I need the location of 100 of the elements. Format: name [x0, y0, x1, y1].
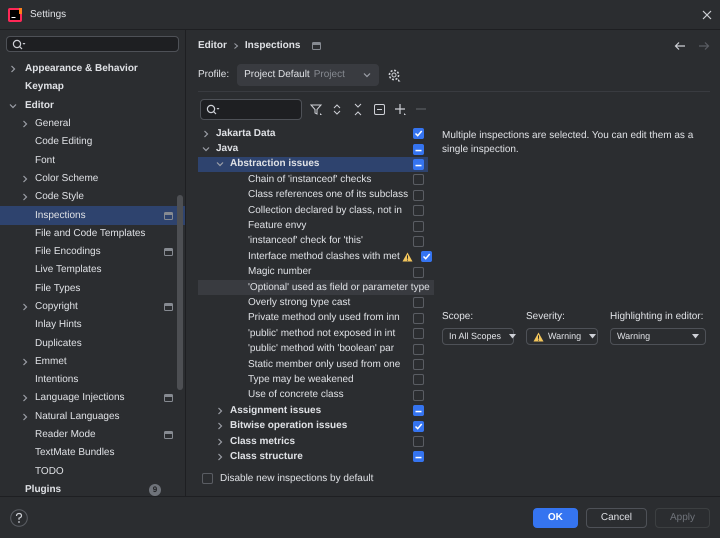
- sidebar-item[interactable]: Natural Languages: [0, 408, 185, 426]
- tree-row[interactable]: Chain of 'instanceof' checks: [198, 172, 428, 188]
- chevron-right-icon[interactable]: [8, 64, 18, 74]
- tree-row[interactable]: Static member only used from one: [198, 356, 428, 372]
- project-scope-icon: [312, 42, 322, 50]
- checkbox[interactable]: [413, 374, 424, 386]
- tree-row[interactable]: Bitwise operation issues: [198, 418, 428, 434]
- tree-row[interactable]: 'instanceof' check for 'this': [198, 234, 428, 250]
- tree-row[interactable]: Overly strong type cast: [198, 295, 428, 311]
- sidebar-item[interactable]: File Types: [0, 280, 185, 298]
- chevron-right-icon[interactable]: [20, 119, 30, 130]
- tree-row[interactable]: Feature envy: [198, 218, 428, 234]
- help-button[interactable]: [10, 508, 28, 526]
- sidebar-item[interactable]: Color Scheme: [0, 170, 185, 188]
- tree-row[interactable]: Abstraction issues: [198, 156, 428, 172]
- search-icon: [206, 104, 220, 115]
- sidebar-item[interactable]: Copyright: [0, 298, 185, 316]
- dropdown[interactable]: Warning: [526, 328, 598, 345]
- tree-row[interactable]: Java: [198, 141, 428, 157]
- sidebar-item[interactable]: File and Code Templates: [0, 224, 185, 243]
- chevron-right-icon[interactable]: [215, 436, 225, 446]
- dropdown[interactable]: Warning: [610, 328, 706, 345]
- sidebar-item[interactable]: File Encodings: [0, 242, 185, 262]
- tree-row[interactable]: 'Optional' used as field or parameter type: [198, 280, 434, 296]
- sidebar-item[interactable]: Language Injections: [0, 389, 185, 408]
- dropdown[interactable]: In All Scopes: [442, 328, 514, 345]
- sidebar-item[interactable]: Inlay Hints: [0, 316, 185, 334]
- checkbox[interactable]: [413, 190, 424, 201]
- dialog-button[interactable]: Cancel: [586, 508, 647, 528]
- sidebar-item[interactable]: Appearance & Behavior: [0, 60, 185, 78]
- sidebar-item[interactable]: Live Templates: [0, 261, 185, 280]
- sidebar-item[interactable]: Code Editing: [0, 133, 185, 152]
- sidebar-item[interactable]: TODO: [0, 462, 185, 481]
- tree-row[interactable]: Collection declared by class, not in: [198, 202, 428, 218]
- chevron-right-icon[interactable]: [20, 393, 30, 404]
- sidebar-item[interactable]: Inspections: [0, 206, 185, 225]
- sidebar-item[interactable]: Font: [0, 151, 185, 170]
- sidebar-item[interactable]: Duplicates: [0, 334, 185, 353]
- checkbox[interactable]: [413, 266, 424, 278]
- sidebar-item[interactable]: TextMate Bundles: [0, 444, 185, 463]
- checkbox[interactable]: [413, 297, 424, 308]
- reset-icon[interactable]: [373, 103, 386, 116]
- chevron-right-icon[interactable]: [20, 192, 30, 202]
- breadcrumb-link[interactable]: Editor: [198, 40, 227, 52]
- checkbox[interactable]: [413, 436, 424, 447]
- tree-row[interactable]: Assignment issues: [198, 403, 428, 418]
- tree-row[interactable]: Class metrics: [198, 434, 428, 450]
- profile-dropdown[interactable]: Project Default Project: [237, 64, 380, 86]
- tree-row[interactable]: Class references one of its subclass: [198, 188, 428, 203]
- sidebar-item[interactable]: General: [0, 114, 185, 134]
- sidebar-item[interactable]: Reader Mode: [0, 426, 185, 444]
- back-arrow-icon[interactable]: [674, 41, 686, 51]
- chevron-right-icon[interactable]: [215, 421, 225, 432]
- checkbox-label: Disable new inspections by default: [220, 472, 374, 485]
- chevron-right-icon[interactable]: [215, 452, 225, 462]
- profile-label: Profile:: [198, 68, 230, 80]
- checkbox[interactable]: [413, 220, 424, 232]
- breadcrumb-chevron-icon: [232, 42, 239, 50]
- tree-row[interactable]: Class structure: [198, 449, 428, 465]
- tree-row[interactable]: Magic number: [198, 264, 428, 280]
- chevron-right-icon[interactable]: [215, 406, 225, 416]
- gear-icon[interactable]: [387, 68, 402, 82]
- checkbox[interactable]: [413, 344, 424, 355]
- chevron-right-icon[interactable]: [20, 174, 30, 184]
- filter-field[interactable]: [200, 99, 302, 120]
- info-text: Multiple inspections are selected. You can edit them as a single inspection.: [442, 129, 694, 157]
- tree-row[interactable]: Use of concrete class: [198, 388, 428, 404]
- checkbox[interactable]: [202, 473, 213, 484]
- filter-icon[interactable]: [310, 103, 323, 116]
- scrollbar-thumb[interactable]: [177, 195, 183, 390]
- breadcrumb-link[interactable]: Inspections: [244, 40, 300, 52]
- sidebar-item[interactable]: Keymap: [0, 78, 185, 97]
- window-title: Settings: [30, 8, 66, 20]
- checkbox[interactable]: [413, 174, 424, 186]
- chevron-right-icon[interactable]: [201, 128, 211, 139]
- checkbox[interactable]: [413, 205, 424, 216]
- sidebar-item[interactable]: Plugins 9: [0, 480, 185, 500]
- search-icon: [12, 38, 26, 50]
- chevron-right-icon[interactable]: [20, 302, 30, 312]
- tree-row[interactable]: 'public' method with 'boolean' par: [198, 341, 428, 357]
- ok-button[interactable]: OK: [532, 508, 578, 528]
- tree-row[interactable]: Jakarta Data: [198, 126, 428, 142]
- tree-row[interactable]: Interface method clashes with met: [198, 249, 436, 265]
- checkbox[interactable]: [413, 328, 424, 340]
- sidebar-item[interactable]: Intentions: [0, 371, 185, 390]
- checkbox[interactable]: [413, 390, 424, 401]
- chevron-right-icon[interactable]: [20, 356, 30, 367]
- checkbox[interactable]: [413, 236, 424, 247]
- checkbox[interactable]: [413, 359, 424, 370]
- sidebar-item[interactable]: Code Style: [0, 188, 185, 206]
- add-icon[interactable]: [394, 103, 407, 116]
- checkbox[interactable]: [413, 312, 424, 324]
- tree-row[interactable]: Private method only used from inn: [198, 310, 428, 326]
- search-field[interactable]: [6, 36, 179, 52]
- sidebar-item[interactable]: Editor: [0, 96, 185, 115]
- tree-row[interactable]: Type may be weakened: [198, 372, 428, 388]
- chevron-right-icon[interactable]: [20, 412, 30, 422]
- sidebar-item[interactable]: Emmet: [0, 352, 185, 372]
- tree-row[interactable]: 'public' method not exposed in int: [198, 326, 428, 342]
- close-icon[interactable]: [702, 10, 712, 20]
